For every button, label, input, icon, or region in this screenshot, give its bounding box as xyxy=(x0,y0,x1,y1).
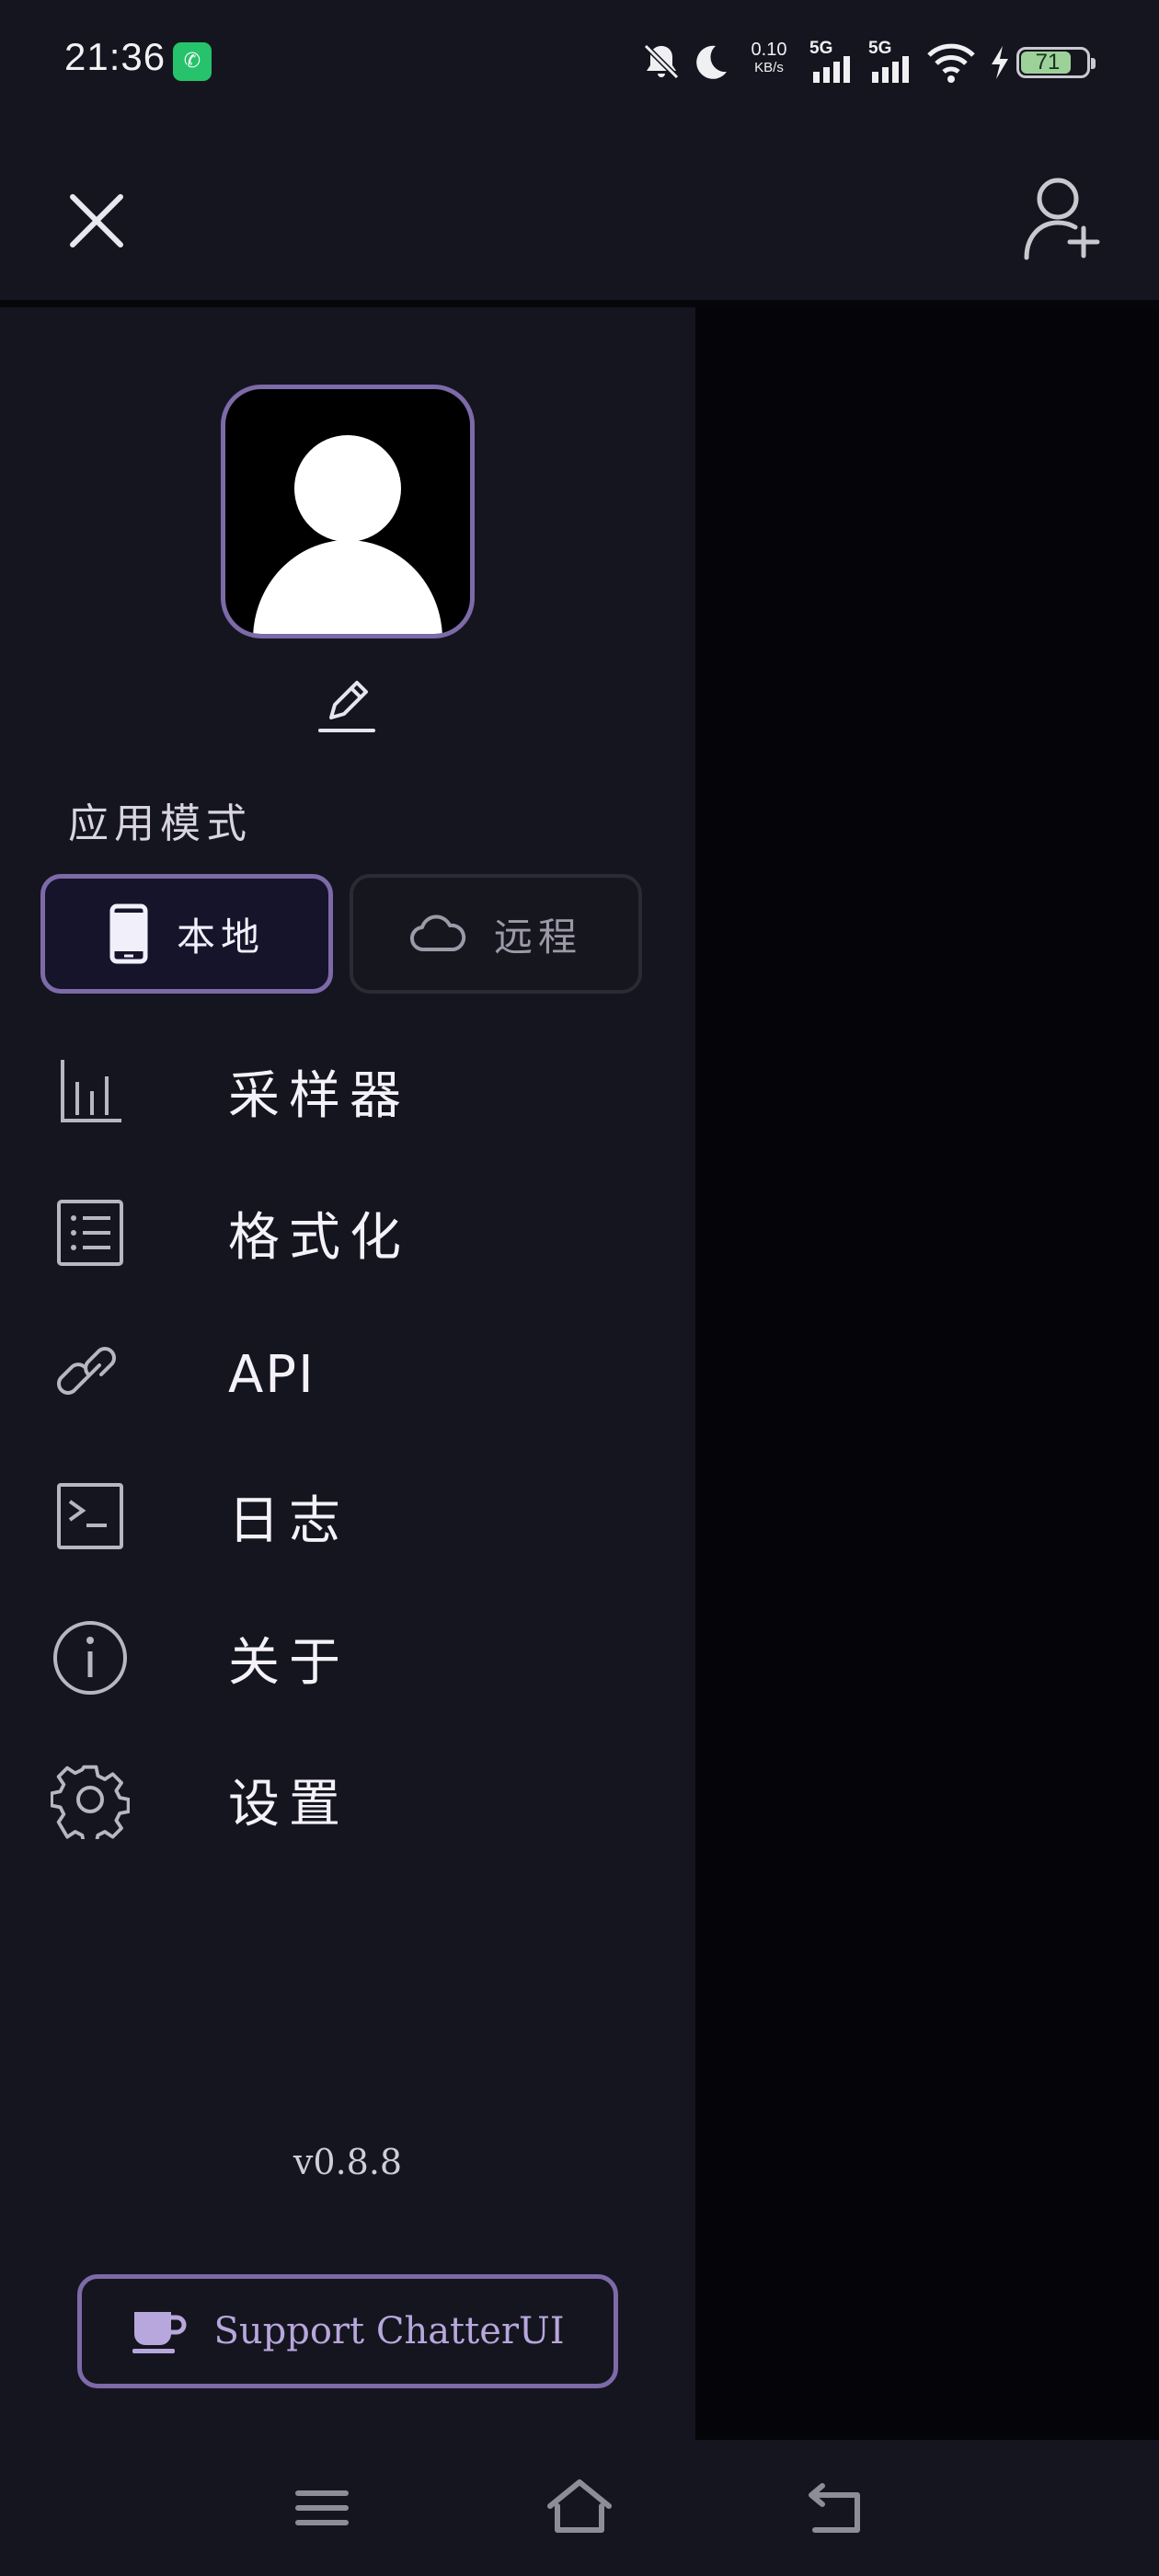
wifi-icon xyxy=(927,43,975,83)
edit-avatar-button[interactable] xyxy=(315,673,379,738)
menu-item-logs[interactable]: 日志 xyxy=(46,1461,644,1571)
network-speed-unit: KB/s xyxy=(754,60,784,75)
phone-icon xyxy=(109,903,148,964)
info-icon xyxy=(53,1621,127,1695)
recents-button[interactable] xyxy=(285,2475,359,2541)
cloud-icon xyxy=(409,914,466,952)
signal-icon xyxy=(813,56,850,83)
list-icon xyxy=(57,1200,123,1266)
back-button[interactable] xyxy=(800,2475,874,2541)
mode-remote-button[interactable]: 远程 xyxy=(350,874,642,994)
menu-icon xyxy=(295,2490,349,2525)
menu-item-api[interactable]: API xyxy=(46,1319,644,1430)
menu-item-logs-label: 日志 xyxy=(228,1490,350,1551)
menu-item-about[interactable]: 关于 xyxy=(46,1603,644,1713)
signal-icon xyxy=(872,56,909,83)
bell-muted-icon xyxy=(643,43,680,80)
menu-item-settings-label: 设置 xyxy=(228,1774,350,1834)
network-speed-value: 0.10 xyxy=(751,40,787,60)
mode-local-button[interactable]: 本地 xyxy=(40,874,333,994)
menu-item-formatting[interactable]: 格式化 xyxy=(46,1178,644,1288)
charging-icon xyxy=(992,46,1008,79)
user-avatar-icon xyxy=(253,435,442,634)
battery-level: 71 xyxy=(1035,50,1061,75)
mode-local-label: 本地 xyxy=(176,914,265,960)
support-button[interactable]: Support ChatterUI xyxy=(77,2274,618,2388)
back-icon xyxy=(809,2483,860,2533)
status-time: 21:36 xyxy=(64,35,166,78)
avatar[interactable] xyxy=(221,385,475,638)
add-user-button[interactable] xyxy=(1021,171,1104,263)
navigation-drawer: 应用模式 本地 远程 采样器 格式化 API 日志 关于 设置 v0.8.8 S… xyxy=(0,307,695,2440)
menu-item-formatting-label: 格式化 xyxy=(228,1207,410,1268)
drawer-header xyxy=(0,120,1159,304)
app-mode-label: 应用模式 xyxy=(68,800,252,847)
link-icon xyxy=(57,1347,116,1395)
app-version: v0.8.8 xyxy=(293,2142,403,2182)
close-icon xyxy=(70,194,123,247)
coffee-cup-icon xyxy=(132,2312,187,2353)
network-speed: 0.10 KB/s xyxy=(745,40,793,77)
menu-item-sampler[interactable]: 采样器 xyxy=(46,1036,644,1146)
mode-remote-label: 远程 xyxy=(493,914,582,960)
gear-icon xyxy=(51,1765,130,1839)
status-bar: 21:36 ✆ 0.10 KB/s 5G 5G 71 xyxy=(0,0,1159,120)
drawer-backdrop[interactable] xyxy=(695,307,1159,2440)
menu-item-about-label: 关于 xyxy=(228,1632,350,1693)
menu-item-api-label: API xyxy=(228,1344,316,1405)
battery-icon: 71 xyxy=(1016,47,1096,78)
close-button[interactable] xyxy=(60,184,133,258)
terminal-icon xyxy=(57,1483,123,1549)
support-label: Support ChatterUI xyxy=(213,2310,565,2352)
home-button[interactable] xyxy=(543,2475,616,2541)
pencil-icon xyxy=(318,681,375,732)
system-nav-bar xyxy=(0,2440,1159,2576)
phone-app-icon: ✆ xyxy=(173,42,212,81)
menu-item-settings[interactable]: 设置 xyxy=(46,1744,644,1855)
moon-icon xyxy=(696,45,727,79)
bar-chart-icon xyxy=(61,1060,121,1122)
add-user-icon xyxy=(1024,178,1100,260)
menu-item-sampler-label: 采样器 xyxy=(228,1065,410,1126)
home-icon xyxy=(547,2479,612,2533)
